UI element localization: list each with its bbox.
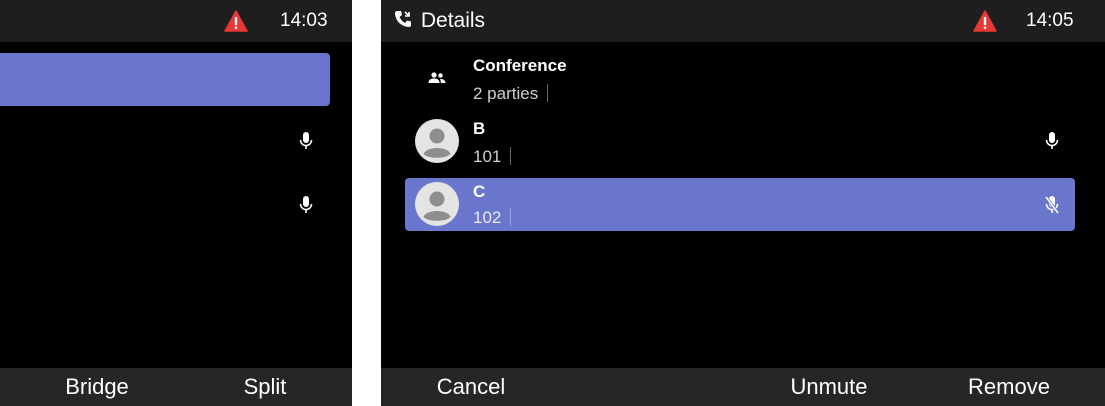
bridge-softkey[interactable]: Bridge xyxy=(42,368,152,406)
status-time: 14:05 xyxy=(1026,10,1074,31)
status-bar: 14:03 xyxy=(0,0,352,42)
split-softkey[interactable]: Split xyxy=(210,368,320,406)
microphone-off-icon[interactable] xyxy=(1045,195,1059,215)
screen-title: Details xyxy=(393,0,485,42)
cancel-softkey[interactable]: Cancel xyxy=(421,368,521,406)
unmute-softkey[interactable]: Unmute xyxy=(773,368,885,406)
warning-icon xyxy=(973,10,997,32)
party-number: 101 xyxy=(473,147,512,167)
call-icon xyxy=(395,11,411,27)
softkey-bar: Cancel Unmute Remove xyxy=(381,368,1105,406)
party-name: C xyxy=(473,182,486,201)
party-name: B xyxy=(473,119,486,138)
warning-icon xyxy=(224,10,248,32)
group-icon xyxy=(428,72,446,83)
microphone-icon xyxy=(299,196,313,213)
screen-title-text: Details xyxy=(420,9,486,32)
left-phone-screen: 14:03 Bridge Split xyxy=(0,0,352,406)
conference-row: Conference 2 parties xyxy=(405,52,1075,106)
party-row[interactable]: B 101 xyxy=(405,114,1075,168)
status-time: 14:03 xyxy=(280,10,328,31)
conference-title: Conference xyxy=(473,56,567,75)
party-row-selected[interactable]: C 102 xyxy=(405,178,1075,231)
remove-softkey[interactable]: Remove xyxy=(951,368,1067,406)
status-bar: Details 14:05 xyxy=(381,0,1105,42)
party-number: 102 xyxy=(473,208,512,228)
right-phone-screen: Details 14:05 Conference 2 parties B 101 xyxy=(381,0,1105,406)
softkey-bar: Bridge Split xyxy=(0,368,352,406)
avatar-icon xyxy=(415,119,459,163)
avatar-icon xyxy=(415,182,459,226)
microphone-icon xyxy=(299,132,313,149)
selected-call-row[interactable] xyxy=(0,53,330,106)
microphone-icon[interactable] xyxy=(1045,131,1059,151)
conference-subtitle: 2 parties xyxy=(473,84,549,104)
